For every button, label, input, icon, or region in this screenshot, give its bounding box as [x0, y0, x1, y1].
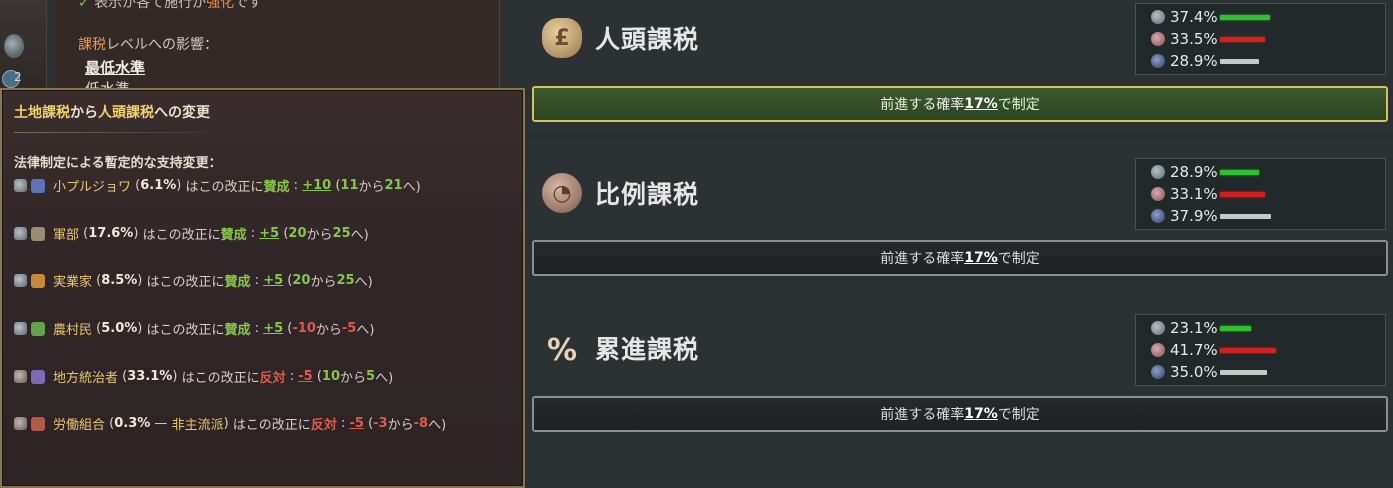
- tax-level-label: 課税レベルへの影響：: [78, 37, 218, 53]
- support-percent: 23.1%: [1170, 319, 1218, 337]
- support-row: 28.9%: [1151, 162, 1259, 182]
- background-law-panel: ✓ 表示が各て施行が強化です 課税レベルへの影響： 最低水準 低水準: [56, 0, 500, 100]
- enact-law-button[interactable]: 前進する確率 17% で制定: [532, 240, 1388, 276]
- medal-icon: [4, 34, 24, 58]
- rural-folk-icon: [31, 321, 45, 336]
- neutral-row: 35.0%: [1151, 362, 1267, 382]
- left-strip: 2: [0, 0, 47, 100]
- population-count: 2: [14, 70, 22, 84]
- oppose-percent: 41.7%: [1170, 341, 1218, 359]
- tooltip-subtitle: 法律制定による暫定的な支持変更：: [14, 156, 222, 171]
- group-name[interactable]: 軍部: [53, 224, 79, 243]
- support-row: 23.1%: [1151, 318, 1251, 338]
- oppose-bar: [1220, 191, 1265, 197]
- thumbs-down-icon: [1151, 187, 1165, 201]
- oppose-bar: [1220, 347, 1276, 353]
- law-support-stats: 37.4% 33.5% 28.9%: [1135, 3, 1386, 75]
- tooltip-title: 土地課税から人頭課税への変更: [14, 105, 210, 121]
- oppose-row: 33.1%: [1151, 184, 1265, 204]
- group-name[interactable]: 小プルジョワ: [53, 176, 131, 195]
- interest-group-row: 小プルジョワ (6.1%) はこの改正に 賛成 : +10 (11 から 21 へ): [14, 176, 421, 195]
- law-name[interactable]: 累進課税: [595, 330, 699, 366]
- neutral-bar: [1220, 369, 1267, 375]
- neutral-row: 28.9%: [1151, 51, 1259, 71]
- neutral-percent: 28.9%: [1170, 52, 1218, 70]
- neutral-bar: [1220, 58, 1259, 64]
- interest-group-row: 地方統治者 (33.1%) はこの改正に 反対 : -5 (10 から 5 へ): [14, 367, 393, 386]
- thumbs-up-icon: [14, 179, 27, 192]
- law-change-tooltip: 土地課税から人頭課税への変更 法律制定による暫定的な支持変更： 小プルジョワ (…: [0, 88, 525, 488]
- oppose-row: 41.7%: [1151, 340, 1276, 360]
- thumbs-up-icon: [1151, 165, 1165, 179]
- law-proportional-tax: ◔ 比例課税 28.9% 33.1% 37.9% 前進する確率 17% で制定: [527, 140, 1393, 286]
- oppose-row: 33.5%: [1151, 29, 1265, 49]
- support-bar: [1220, 325, 1251, 331]
- enact-law-button[interactable]: 前進する確率 17% で制定: [532, 396, 1388, 432]
- money-bag-icon: £: [542, 18, 582, 58]
- neutral-icon: [1151, 209, 1165, 223]
- oppose-percent: 33.5%: [1170, 30, 1218, 48]
- tooltip-divider: [14, 132, 234, 133]
- enact-law-button[interactable]: 前進する確率 17% で制定: [532, 86, 1388, 122]
- interest-group-row: 労働組合 (0.3% — 非主流派) はこの改正に 反対 : -5 (-3 から -8…: [14, 414, 446, 433]
- law-progressive-tax: % 累進課税 23.1% 41.7% 35.0% 前進する確率 17% で制定: [527, 296, 1393, 442]
- oppose-bar: [1220, 36, 1265, 42]
- support-percent: 28.9%: [1170, 163, 1218, 181]
- thumbs-up-icon: [1151, 321, 1165, 335]
- law-name[interactable]: 比例課税: [595, 175, 699, 211]
- support-row: 37.4%: [1151, 7, 1270, 27]
- law-support-stats: 23.1% 41.7% 35.0%: [1135, 314, 1386, 386]
- industrialists-icon: [31, 273, 45, 288]
- armed-forces-icon: [31, 226, 45, 241]
- neutral-bar: [1220, 213, 1271, 219]
- group-name[interactable]: 農村民: [53, 319, 92, 338]
- thumbs-down-icon: [1151, 32, 1165, 46]
- neutral-percent: 35.0%: [1170, 363, 1218, 381]
- neutral-icon: [1151, 54, 1165, 68]
- support-percent: 37.4%: [1170, 8, 1218, 26]
- law-name[interactable]: 人頭課税: [595, 20, 699, 56]
- interest-group-row: 軍部 (17.6%) はこの改正に 賛成 : +5 (20 から 25 へ): [14, 224, 369, 243]
- group-name[interactable]: 地方統治者: [53, 367, 118, 386]
- thumbs-down-icon: [14, 417, 27, 430]
- thumbs-up-icon: [14, 227, 27, 240]
- tax-level-value[interactable]: 最低水準: [85, 57, 145, 78]
- interest-group-row: 実業家 (8.5%) はこの改正に 賛成 : +5 (20 から 25 へ): [14, 271, 373, 290]
- neutral-row: 37.9%: [1151, 206, 1271, 226]
- group-name[interactable]: 実業家: [53, 271, 92, 290]
- thumbs-down-icon: [1151, 343, 1165, 357]
- law-head-tax: £ 人頭課税 37.4% 33.5% 28.9% 前進する確率 17% で制定: [527, 0, 1393, 132]
- percent-icon: %: [546, 332, 578, 368]
- trade-unions-icon: [31, 416, 45, 431]
- law-support-stats: 28.9% 33.1% 37.9%: [1135, 158, 1386, 230]
- thumbs-down-icon: [14, 370, 27, 383]
- support-bar: [1220, 169, 1259, 175]
- support-bar: [1220, 14, 1270, 20]
- background-effect-line: ✓ 表示が各て施行が強化です: [78, 0, 263, 11]
- petty-bourgeoisie-icon: [31, 178, 45, 193]
- pie-chart-icon: ◔: [542, 173, 582, 213]
- landowners-icon: [31, 369, 45, 384]
- thumbs-up-icon: [14, 274, 27, 287]
- neutral-icon: [1151, 365, 1165, 379]
- thumbs-up-icon: [1151, 10, 1165, 24]
- neutral-percent: 37.9%: [1170, 207, 1218, 225]
- thumbs-up-icon: [14, 322, 27, 335]
- oppose-percent: 33.1%: [1170, 185, 1218, 203]
- group-name[interactable]: 労働組合: [53, 414, 105, 433]
- interest-group-row: 農村民 (5.0%) はこの改正に 賛成 : +5 (-10 から -5 へ): [14, 319, 374, 338]
